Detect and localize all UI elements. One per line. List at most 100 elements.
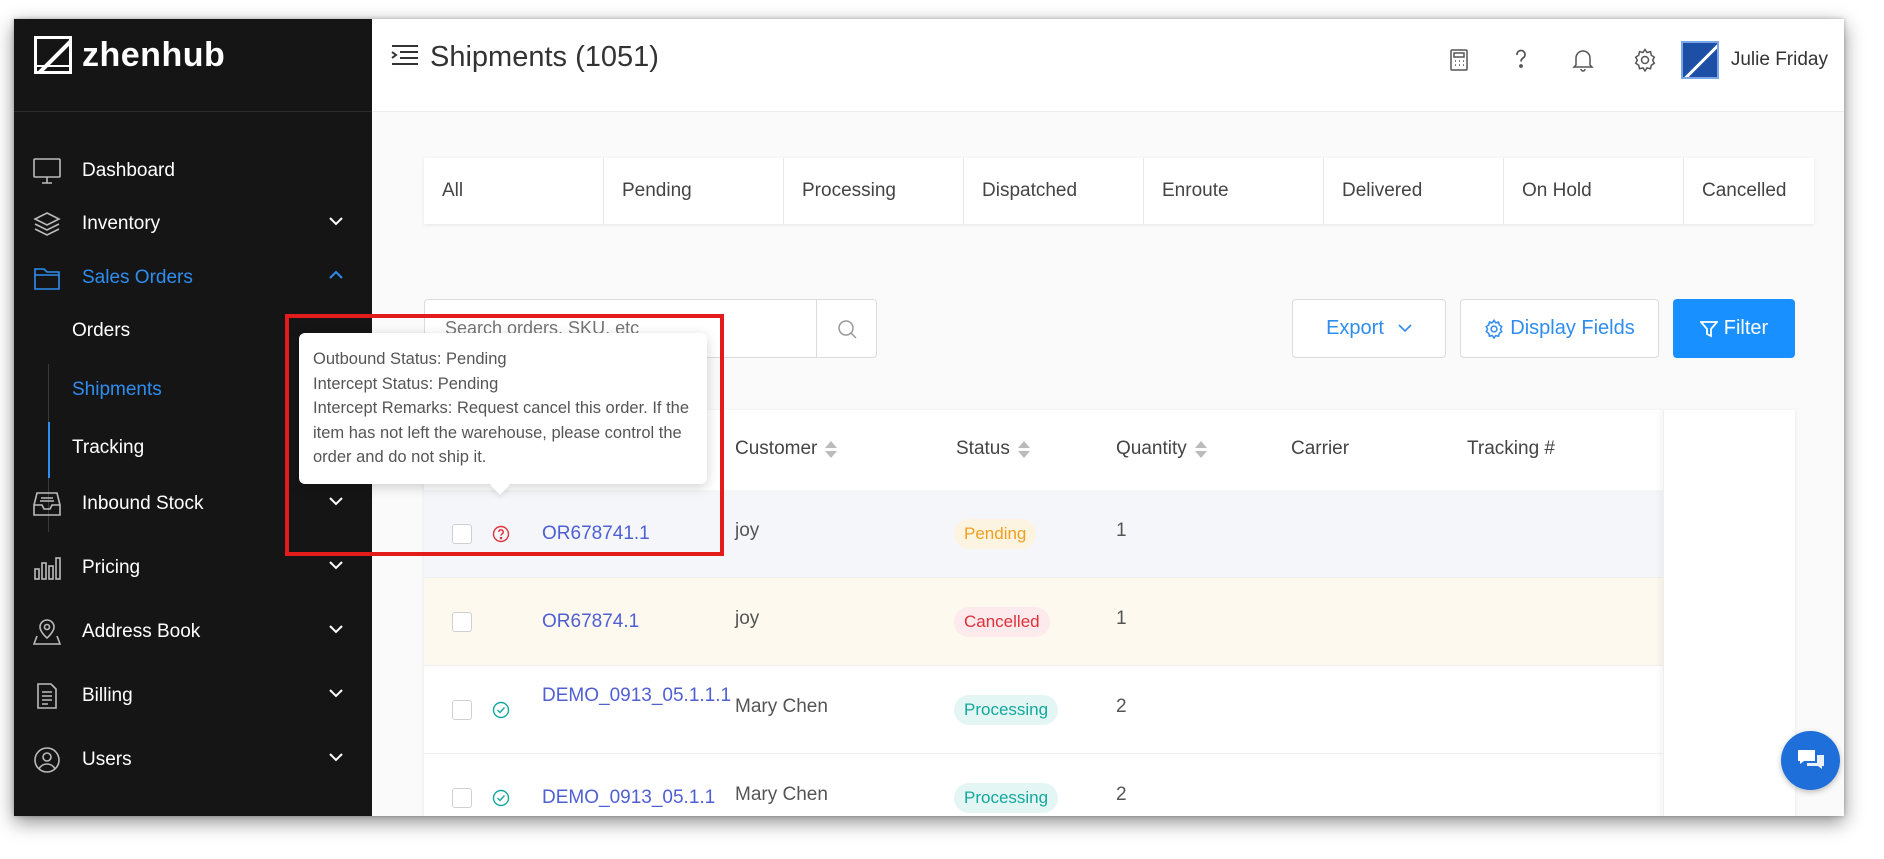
column-customer[interactable]: Customer: [735, 438, 838, 460]
sidebar-item-users[interactable]: Users: [14, 732, 372, 788]
customer-cell: joy: [735, 608, 760, 629]
sidebar-item-label: Dashboard: [82, 160, 175, 181]
sidebar-subitem-tracking[interactable]: Tracking: [72, 437, 144, 459]
display-fields-label: Display Fields: [1510, 317, 1635, 339]
sidebar-item-inbound-stock[interactable]: Inbound Stock: [14, 476, 372, 532]
inbox-icon: [32, 489, 62, 519]
monitor-icon: [32, 156, 62, 186]
sidebar-item-label: Inventory: [82, 213, 161, 234]
sidebar-item-label: Inbound Stock: [82, 493, 204, 514]
sidebar-item-pricing[interactable]: Pricing: [14, 540, 372, 596]
folder-icon: [32, 263, 62, 293]
calculator-icon[interactable]: [1445, 46, 1473, 74]
filter-icon: [1699, 320, 1718, 337]
table-row[interactable]: OR678741.1 joy Pending 1: [424, 490, 1663, 578]
user-name[interactable]: Julie Friday: [1731, 49, 1828, 71]
export-button[interactable]: Export: [1292, 299, 1446, 358]
fixed-actions-column: [1663, 410, 1795, 816]
column-carrier: Carrier: [1291, 438, 1349, 460]
order-link[interactable]: OR67874.1: [542, 608, 639, 636]
submenu-active-indicator: [48, 422, 50, 478]
chevron-down-icon[interactable]: [328, 752, 344, 762]
row-checkbox[interactable]: [452, 788, 472, 808]
tab-on-hold[interactable]: On Hold: [1504, 158, 1684, 224]
sidebar-item-billing[interactable]: Billing: [14, 668, 372, 724]
menu-toggle-icon[interactable]: [390, 43, 420, 67]
row-checkbox[interactable]: [452, 524, 472, 544]
sort-icon[interactable]: [1194, 440, 1207, 458]
intercept-tooltip: Outbound Status: Pending Intercept Statu…: [299, 333, 707, 484]
status-badge: Processing: [954, 783, 1059, 813]
order-link[interactable]: DEMO_0913_05.1.1.1: [542, 682, 731, 710]
table-row[interactable]: DEMO_0913_05.1.1.1 Mary Chen Processing …: [424, 666, 1663, 754]
help-icon[interactable]: [1507, 46, 1535, 74]
order-link[interactable]: OR678741.1: [542, 520, 650, 548]
tab-processing[interactable]: Processing: [784, 158, 964, 224]
tab-pending[interactable]: Pending: [604, 158, 784, 224]
column-tracking: Tracking #: [1467, 438, 1555, 460]
column-label: Customer: [735, 438, 818, 459]
page-title: Shipments (1051): [430, 41, 659, 73]
search-button[interactable]: [816, 300, 876, 357]
user-icon: [32, 745, 62, 775]
quantity-cell: 2: [1116, 696, 1127, 717]
sort-icon[interactable]: [825, 440, 838, 458]
row-checkbox[interactable]: [452, 700, 472, 720]
sidebar-item-inventory[interactable]: Inventory: [14, 196, 372, 252]
column-label: Tracking #: [1467, 438, 1555, 459]
check-circle-icon[interactable]: [492, 701, 510, 719]
sidebar-item-dashboard[interactable]: Dashboard: [14, 143, 372, 199]
sidebar-subitem-shipments[interactable]: Shipments: [72, 379, 162, 401]
display-fields-button[interactable]: Display Fields: [1460, 299, 1659, 358]
sidebar-subitem-orders[interactable]: Orders: [72, 320, 130, 342]
sidebar-item-sales-orders[interactable]: Sales Orders: [14, 250, 372, 306]
header-actions: Julie Friday: [1445, 41, 1828, 79]
chevron-down-icon: [1398, 324, 1412, 333]
chevron-down-icon[interactable]: [328, 560, 344, 570]
map-pin-icon: [32, 617, 62, 647]
check-circle-icon[interactable]: [492, 789, 510, 807]
filter-button[interactable]: Filter: [1673, 299, 1795, 358]
gear-icon[interactable]: [1631, 46, 1659, 74]
column-label: Carrier: [1291, 438, 1350, 459]
chat-button[interactable]: [1781, 731, 1840, 790]
sidebar-item-label: Pricing: [82, 557, 141, 578]
bar-chart-icon: [32, 553, 62, 583]
bell-icon[interactable]: [1569, 46, 1597, 74]
chevron-down-icon[interactable]: [328, 688, 344, 698]
column-label: Status: [956, 438, 1010, 459]
tooltip-outbound-status: Outbound Status: Pending: [313, 350, 507, 368]
chevron-down-icon[interactable]: [328, 216, 344, 226]
chevron-down-icon[interactable]: [328, 496, 344, 506]
table-row[interactable]: DEMO_0913_05.1.1 Mary Chen Processing 2: [424, 754, 1663, 816]
avatar[interactable]: [1680, 41, 1719, 79]
column-label: Quantity: [1116, 438, 1187, 459]
tab-cancelled[interactable]: Cancelled: [1684, 158, 1844, 224]
chat-icon: [1797, 749, 1824, 769]
sidebar-item-label: Sales Orders: [82, 267, 193, 288]
chevron-up-icon[interactable]: [328, 270, 344, 280]
sidebar-item-address-book[interactable]: Address Book: [14, 604, 372, 660]
logo[interactable]: zhenhub: [14, 19, 372, 112]
row-checkbox[interactable]: [452, 612, 472, 632]
filter-label: Filter: [1723, 317, 1769, 339]
tab-delivered[interactable]: Delivered: [1324, 158, 1504, 224]
column-quantity[interactable]: Quantity: [1116, 438, 1207, 460]
table-row[interactable]: OR67874.1 joy Cancelled 1: [424, 578, 1663, 666]
status-badge: Cancelled: [954, 607, 1050, 637]
order-link[interactable]: DEMO_0913_05.1.1: [542, 784, 715, 812]
status-tabs: All Pending Processing Dispatched Enrout…: [424, 158, 1814, 224]
tab-all[interactable]: All: [424, 158, 604, 224]
tab-enroute[interactable]: Enroute: [1144, 158, 1324, 224]
tooltip-intercept-status: Intercept Status: Pending: [313, 374, 499, 393]
question-circle-icon[interactable]: [492, 525, 510, 543]
customer-cell: Mary Chen: [735, 696, 828, 717]
column-status[interactable]: Status: [956, 438, 1030, 460]
chevron-down-icon[interactable]: [328, 624, 344, 634]
sidebar-item-label: Address Book: [82, 621, 201, 642]
document-icon: [32, 681, 62, 711]
customer-cell: joy: [735, 520, 760, 541]
gear-icon: [1485, 318, 1503, 339]
sort-icon[interactable]: [1017, 440, 1030, 458]
tab-dispatched[interactable]: Dispatched: [964, 158, 1144, 224]
